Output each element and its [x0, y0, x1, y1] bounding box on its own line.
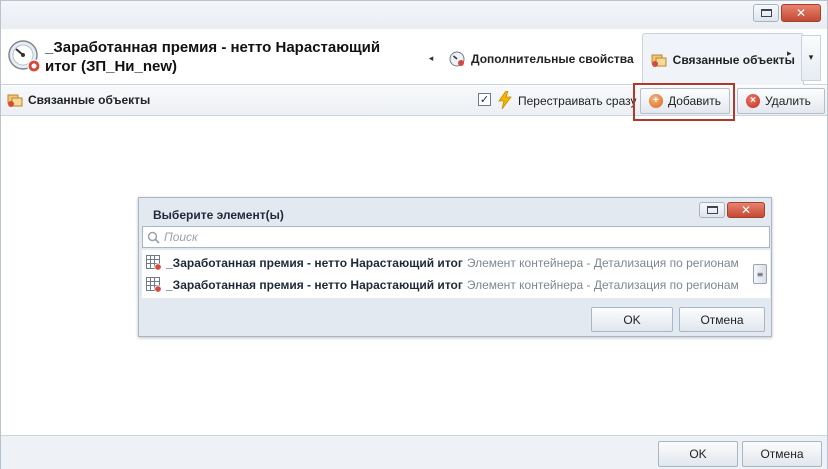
tab-additional-properties[interactable]: Дополнительные свойства: [441, 33, 642, 85]
window-footer: OK Отмена: [1, 435, 827, 469]
linked-objects-window: ✕ _Заработанная премия - нетто Нарастающ…: [0, 0, 828, 469]
properties-icon: [449, 51, 465, 67]
tab-linked-objects[interactable]: Связанные объекты: [641, 33, 804, 85]
title-bar: ✕: [1, 1, 827, 29]
tab-menu-button[interactable]: ▾: [801, 35, 821, 81]
item-name: _Заработанная премия - нетто Нарастающий…: [166, 278, 463, 292]
grid-element-icon: [146, 255, 162, 271]
list-item[interactable]: _Заработанная премия - нетто Нарастающий…: [142, 252, 752, 274]
page-title: _Заработанная премия - нетто Нарастающий…: [45, 39, 381, 75]
section-title: Связанные объекты: [7, 92, 150, 108]
gauge-icon: [8, 40, 41, 73]
select-element-dialog: Выберите элемент(ы) ✕ Поиск _Заработанна…: [138, 197, 772, 337]
search-input[interactable]: Поиск: [142, 226, 770, 248]
list-item[interactable]: _Заработанная премия - нетто Нарастающий…: [142, 274, 752, 296]
chevron-down-icon: ▾: [808, 53, 814, 63]
delete-button[interactable]: × Удалить: [737, 88, 825, 114]
item-description: Элемент контейнера - Детализация по реги…: [466, 278, 739, 292]
add-icon: +: [649, 94, 663, 108]
add-button-label: Добавить: [667, 94, 721, 108]
linked-objects-icon: [7, 94, 23, 107]
grid-element-icon: [146, 277, 162, 293]
tab-scroll-left[interactable]: ◂: [421, 33, 441, 85]
ok-button[interactable]: OK: [658, 441, 738, 467]
linked-objects-icon: [651, 54, 667, 67]
dialog-ok-button[interactable]: OK: [591, 307, 673, 332]
list-scrollbar[interactable]: ≡: [753, 254, 767, 294]
search-icon: [147, 231, 160, 244]
dialog-window-controls: ✕: [699, 202, 765, 218]
lightning-icon: [498, 91, 512, 109]
delete-icon: ×: [746, 94, 760, 108]
delete-button-label: Удалить: [765, 94, 811, 108]
tab-label: Дополнительные свойства: [471, 52, 634, 66]
dialog-restore-button[interactable]: [699, 202, 725, 218]
search-placeholder: Поиск: [164, 230, 198, 244]
element-list: _Заработанная премия - нетто Нарастающий…: [142, 250, 770, 298]
section-title-label: Связанные объекты: [28, 93, 151, 107]
object-header: _Заработанная премия - нетто Нарастающий…: [1, 29, 827, 85]
item-description: Элемент контейнера - Детализация по реги…: [466, 256, 739, 270]
rebuild-checkbox[interactable]: ✓: [478, 93, 491, 106]
add-button[interactable]: + Добавить: [640, 88, 730, 114]
dialog-cancel-button[interactable]: Отмена: [679, 307, 765, 332]
cancel-button[interactable]: Отмена: [742, 441, 822, 467]
dialog-close-button[interactable]: ✕: [727, 202, 765, 218]
tab-strip: ◂ Дополнительные свойства Связанные объе…: [421, 33, 804, 85]
window-controls: ✕: [753, 4, 821, 22]
tab-label: Связанные объекты: [672, 52, 795, 67]
close-icon: ✕: [795, 6, 807, 20]
tab-scroll-right[interactable]: ▸: [787, 49, 792, 59]
scrollbar-thumb[interactable]: ≡: [753, 264, 767, 284]
restore-icon: [760, 9, 772, 17]
dialog-title: Выберите элемент(ы): [153, 208, 284, 222]
item-name: _Заработанная премия - нетто Нарастающий…: [166, 256, 463, 270]
restore-icon: [706, 206, 718, 214]
rebuild-label[interactable]: Перестраивать сразу: [518, 94, 637, 108]
close-button[interactable]: ✕: [781, 4, 821, 22]
restore-button[interactable]: [753, 4, 779, 22]
close-icon: ✕: [740, 203, 752, 217]
